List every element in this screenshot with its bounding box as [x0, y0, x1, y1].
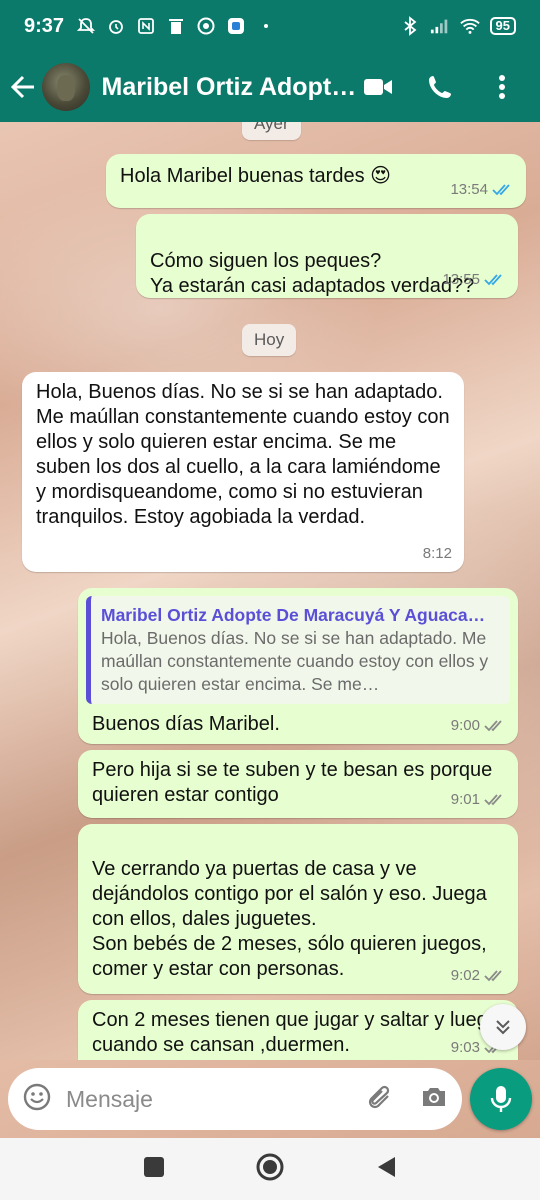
delivered-ticks-icon: [484, 719, 506, 732]
attach-icon[interactable]: [366, 1082, 394, 1117]
message-time: 13:55: [442, 271, 480, 288]
message-time: 8:12: [422, 545, 452, 562]
battery-indicator: 95: [489, 17, 516, 35]
nfc-icon: [136, 16, 156, 36]
chrome-icon: [196, 16, 216, 36]
message-input-container[interactable]: [8, 1068, 462, 1130]
quoted-message[interactable]: Maribel Ortiz Adopte De Maracuyá Y Aguac…: [86, 596, 510, 704]
alarm-icon: [106, 16, 126, 36]
message-meta: 9:01: [451, 787, 506, 812]
contact-avatar[interactable]: [41, 63, 90, 111]
quoted-sender: Maribel Ortiz Adopte De Maracuyá Y Aguac…: [101, 605, 486, 625]
voice-message-button[interactable]: [470, 1068, 532, 1130]
message-text: Buenos días Maribel.: [92, 713, 280, 735]
delivered-ticks-icon: [484, 969, 506, 982]
message-text: Hola Maribel buenas tardes 😍: [120, 165, 391, 187]
recents-icon[interactable]: [143, 1156, 165, 1183]
wifi-icon: [459, 16, 480, 36]
status-time: 9:37: [24, 14, 65, 37]
chat-header: Maribel Ortiz Adopte De Maracuyá Y Aguac…: [0, 52, 540, 122]
app-notification-icon: [226, 16, 246, 36]
chat-messages-area[interactable]: Ayer Hola Maribel buenas tardes 😍 13:54 …: [0, 122, 540, 1060]
quoted-text: Hola, Buenos días. No se si se han adapt…: [101, 628, 489, 694]
message-text: Pero hija si se te suben y te besan es p…: [92, 759, 493, 806]
message-time: 13:54: [450, 181, 488, 198]
message-outgoing-reply[interactable]: Maribel Ortiz Adopte De Maracuyá Y Aguac…: [78, 588, 518, 744]
home-icon[interactable]: [255, 1152, 285, 1187]
message-input[interactable]: [66, 1085, 336, 1113]
more-options-icon[interactable]: [486, 71, 518, 103]
message-time: 9:02: [450, 967, 480, 984]
message-text: Hola, Buenos días. No se si se han adapt…: [36, 381, 450, 528]
microphone-icon: [490, 1086, 512, 1112]
read-ticks-icon: [492, 183, 514, 196]
more-dot-icon: [256, 16, 276, 36]
message-time: 9:01: [450, 791, 480, 808]
read-ticks-icon: [484, 273, 506, 286]
message-meta: 9:02: [451, 963, 506, 988]
message-meta: 8:12: [423, 541, 452, 566]
back-arrow-icon[interactable]: [10, 67, 38, 107]
phone-call-icon[interactable]: [424, 71, 456, 103]
emoji-icon[interactable]: [22, 1082, 52, 1117]
date-chip-yesterday: Ayer: [242, 122, 301, 140]
scroll-to-bottom-button[interactable]: [480, 1004, 526, 1050]
message-time: 9:00: [450, 717, 480, 734]
message-outgoing[interactable]: Ve cerrando ya puertas de casa y ve dejá…: [78, 824, 518, 994]
message-meta: 13:54: [450, 177, 514, 202]
message-meta: 9:00: [451, 713, 506, 738]
message-incoming[interactable]: Hola, Buenos días. No se si se han adapt…: [22, 372, 464, 572]
muted-bell-icon: [76, 16, 96, 36]
message-meta: 13:55: [442, 267, 506, 292]
message-text: Ve cerrando ya puertas de casa y ve dejá…: [92, 858, 487, 980]
message-outgoing[interactable]: Cómo siguen los peques? Ya estarán casi …: [136, 214, 518, 298]
message-text: Cómo siguen los peques? Ya estarán casi …: [150, 250, 475, 297]
status-notification-icons: [76, 16, 276, 36]
date-chip-today: Hoy: [242, 324, 297, 356]
double-chevron-down-icon: [496, 1020, 510, 1035]
camera-icon[interactable]: [420, 1085, 448, 1114]
message-text: Con 2 meses tienen que jugar y saltar y …: [92, 1009, 499, 1056]
message-outgoing[interactable]: Hola Maribel buenas tardes 😍 13:54: [106, 154, 526, 208]
message-outgoing[interactable]: Con 2 meses tienen que jugar y saltar y …: [78, 1000, 518, 1060]
video-call-icon[interactable]: [362, 71, 394, 103]
bluetooth-icon: [400, 16, 420, 36]
delivered-ticks-icon: [484, 793, 506, 806]
status-bar: 9:37 95: [0, 0, 540, 52]
message-time: 9:03: [450, 1039, 480, 1056]
signal-icon: [430, 16, 450, 36]
system-navigation-bar: [0, 1138, 540, 1200]
trash-icon: [166, 16, 186, 36]
message-composer: [0, 1060, 540, 1138]
chat-title[interactable]: Maribel Ortiz Adopte De Maracuyá Y Aguac…: [102, 73, 362, 102]
back-nav-icon[interactable]: [375, 1155, 397, 1184]
message-outgoing[interactable]: Pero hija si se te suben y te besan es p…: [78, 750, 518, 818]
